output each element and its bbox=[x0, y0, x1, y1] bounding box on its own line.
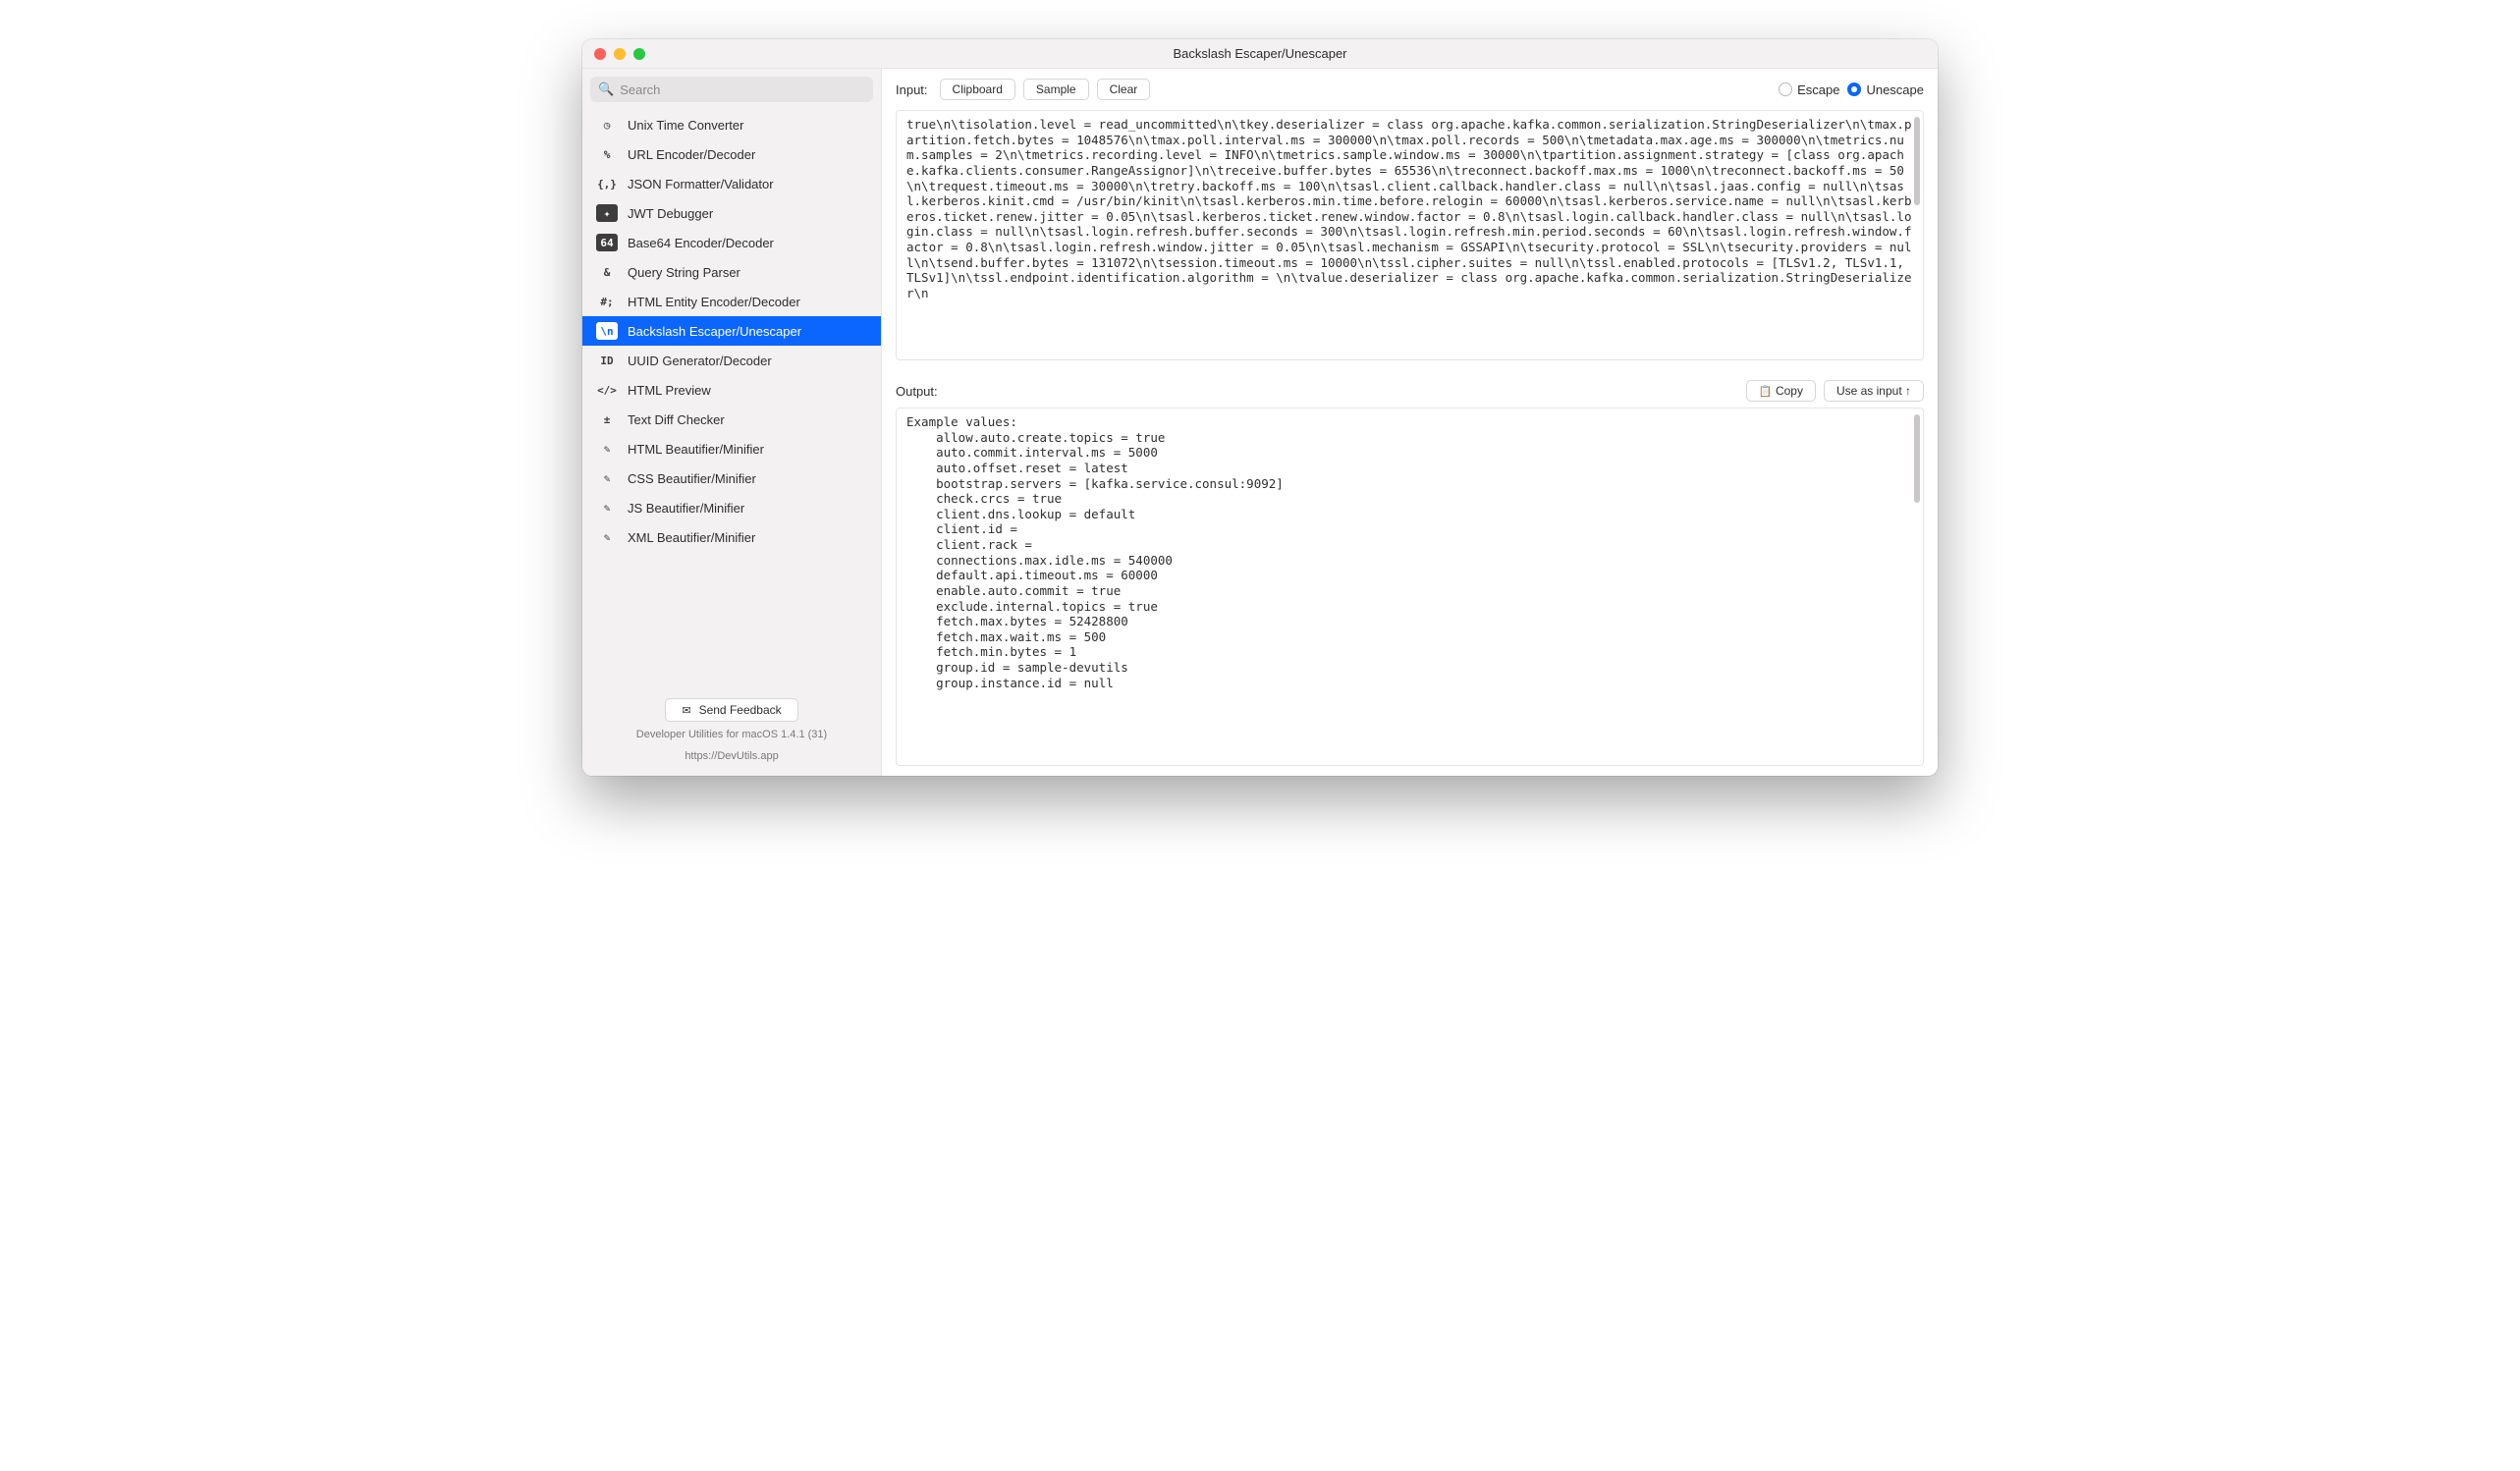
sidebar-item-uuid-generator-decoder[interactable]: ID UUID Generator/Decoder bbox=[582, 346, 881, 375]
app-version: Developer Utilities for macOS 1.4.1 (31) bbox=[594, 728, 869, 742]
scrollbar[interactable] bbox=[1914, 414, 1920, 503]
output-pane: Example values: allow.auto.create.topics… bbox=[896, 408, 1924, 766]
mail-icon: ✉ bbox=[682, 704, 690, 717]
input-pane: true\n\tisolation.level = read_uncommitt… bbox=[896, 110, 1924, 360]
app-window: Backslash Escaper/Unescaper 🔍 Search ◷ Un… bbox=[582, 39, 1938, 776]
input-label: Input: bbox=[896, 82, 928, 97]
output-toolbar: Output: 📋 Copy Use as input ↑ bbox=[882, 370, 1938, 408]
sidebar-nav: ◷ Unix Time Converter% URL Encoder/Decoder… bbox=[582, 110, 881, 688]
input-toolbar: Input: Clipboard Sample Clear Escape Une… bbox=[882, 69, 1938, 110]
tool-icon: \n bbox=[596, 322, 618, 340]
search-icon: 🔍 bbox=[598, 82, 614, 97]
copy-label: Copy bbox=[1776, 384, 1803, 398]
tool-icon: ✎ bbox=[596, 499, 618, 517]
sidebar-item-backslash-escaper-unescaper[interactable]: \n Backslash Escaper/Unescaper bbox=[582, 316, 881, 346]
tool-icon: #; bbox=[596, 293, 618, 310]
clear-button[interactable]: Clear bbox=[1097, 79, 1151, 100]
zoom-icon[interactable] bbox=[633, 48, 645, 60]
sidebar-item-label: Base64 Encoder/Decoder bbox=[628, 236, 774, 250]
tool-icon: {,} bbox=[596, 175, 618, 192]
send-feedback-button[interactable]: ✉ Send Feedback bbox=[665, 698, 797, 722]
sample-button[interactable]: Sample bbox=[1023, 79, 1089, 100]
sidebar-item-label: UUID Generator/Decoder bbox=[628, 354, 772, 368]
titlebar: Backslash Escaper/Unescaper bbox=[582, 39, 1938, 69]
radio-icon bbox=[1847, 82, 1861, 96]
output-textarea[interactable]: Example values: allow.auto.create.topics… bbox=[897, 409, 1923, 765]
input-textarea[interactable]: true\n\tisolation.level = read_uncommitt… bbox=[897, 111, 1923, 359]
clipboard-icon: 📋 bbox=[1759, 386, 1773, 398]
tool-icon: ✎ bbox=[596, 528, 618, 546]
tool-icon: 64 bbox=[596, 234, 618, 251]
tool-icon: ± bbox=[596, 410, 618, 428]
sidebar-item-html-entity-encoder-decoder[interactable]: #; HTML Entity Encoder/Decoder bbox=[582, 287, 881, 316]
sidebar-item-html-preview[interactable]: </> HTML Preview bbox=[582, 375, 881, 405]
tool-icon: & bbox=[596, 263, 618, 281]
sidebar-item-label: URL Encoder/Decoder bbox=[628, 147, 755, 162]
tool-icon: ID bbox=[596, 352, 618, 369]
copy-button[interactable]: 📋 Copy bbox=[1746, 380, 1816, 402]
use-as-input-button[interactable]: Use as input ↑ bbox=[1824, 380, 1924, 402]
sidebar-item-label: Query String Parser bbox=[628, 265, 740, 280]
radio-icon bbox=[1779, 82, 1792, 96]
sidebar: 🔍 Search ◷ Unix Time Converter% URL Encode… bbox=[582, 69, 882, 776]
search-placeholder: Search bbox=[620, 82, 660, 97]
search-input[interactable]: 🔍 Search bbox=[590, 77, 873, 102]
sidebar-item-html-beautifier-minifier[interactable]: ✎ HTML Beautifier/Minifier bbox=[582, 434, 881, 463]
tool-icon: ✎ bbox=[596, 440, 618, 458]
tool-icon: % bbox=[596, 145, 618, 163]
close-icon[interactable] bbox=[594, 48, 606, 60]
minimize-icon[interactable] bbox=[614, 48, 626, 60]
sidebar-item-label: HTML Beautifier/Minifier bbox=[628, 442, 764, 457]
sidebar-item-jwt-debugger[interactable]: ✦ JWT Debugger bbox=[582, 198, 881, 228]
sidebar-item-js-beautifier-minifier[interactable]: ✎ JS Beautifier/Minifier bbox=[582, 493, 881, 522]
sidebar-item-label: HTML Entity Encoder/Decoder bbox=[628, 295, 800, 309]
app-url: https://DevUtils.app bbox=[594, 749, 869, 764]
sidebar-item-label: Unix Time Converter bbox=[628, 118, 743, 133]
unescape-radio-label: Unescape bbox=[1866, 82, 1924, 97]
window-title: Backslash Escaper/Unescaper bbox=[1173, 46, 1346, 61]
sidebar-item-unix-time-converter[interactable]: ◷ Unix Time Converter bbox=[582, 110, 881, 139]
sidebar-item-label: JWT Debugger bbox=[628, 206, 713, 221]
output-label: Output: bbox=[896, 384, 938, 399]
tool-icon: </> bbox=[596, 381, 618, 399]
sidebar-item-url-encoder-decoder[interactable]: % URL Encoder/Decoder bbox=[582, 139, 881, 169]
escape-radio[interactable]: Escape bbox=[1779, 82, 1839, 97]
tool-icon: ✎ bbox=[596, 469, 618, 487]
sidebar-item-label: HTML Preview bbox=[628, 383, 711, 398]
escape-radio-label: Escape bbox=[1797, 82, 1839, 97]
sidebar-item-label: CSS Beautifier/Minifier bbox=[628, 471, 756, 486]
sidebar-item-css-beautifier-minifier[interactable]: ✎ CSS Beautifier/Minifier bbox=[582, 463, 881, 493]
sidebar-item-query-string-parser[interactable]: &Query String Parser bbox=[582, 257, 881, 287]
feedback-label: Send Feedback bbox=[699, 703, 782, 717]
sidebar-item-label: JSON Formatter/Validator bbox=[628, 177, 774, 191]
unescape-radio[interactable]: Unescape bbox=[1847, 82, 1924, 97]
sidebar-item-label: JS Beautifier/Minifier bbox=[628, 501, 744, 516]
sidebar-item-label: Text Diff Checker bbox=[628, 412, 725, 427]
traffic-lights bbox=[594, 48, 645, 60]
sidebar-item-label: Backslash Escaper/Unescaper bbox=[628, 324, 801, 339]
tool-icon: ✦ bbox=[596, 204, 618, 222]
sidebar-item-label: XML Beautifier/Minifier bbox=[628, 530, 755, 545]
sidebar-item-base64-encoder-decoder[interactable]: 64 Base64 Encoder/Decoder bbox=[582, 228, 881, 257]
scrollbar[interactable] bbox=[1914, 117, 1920, 205]
clipboard-button[interactable]: Clipboard bbox=[940, 79, 1015, 100]
tool-icon: ◷ bbox=[596, 116, 618, 134]
main-panel: Input: Clipboard Sample Clear Escape Une… bbox=[882, 69, 1938, 776]
sidebar-item-xml-beautifier-minifier[interactable]: ✎ XML Beautifier/Minifier bbox=[582, 522, 881, 552]
sidebar-item-text-diff-checker[interactable]: ± Text Diff Checker bbox=[582, 405, 881, 434]
sidebar-item-json-formatter-validator[interactable]: {,} JSON Formatter/Validator bbox=[582, 169, 881, 198]
